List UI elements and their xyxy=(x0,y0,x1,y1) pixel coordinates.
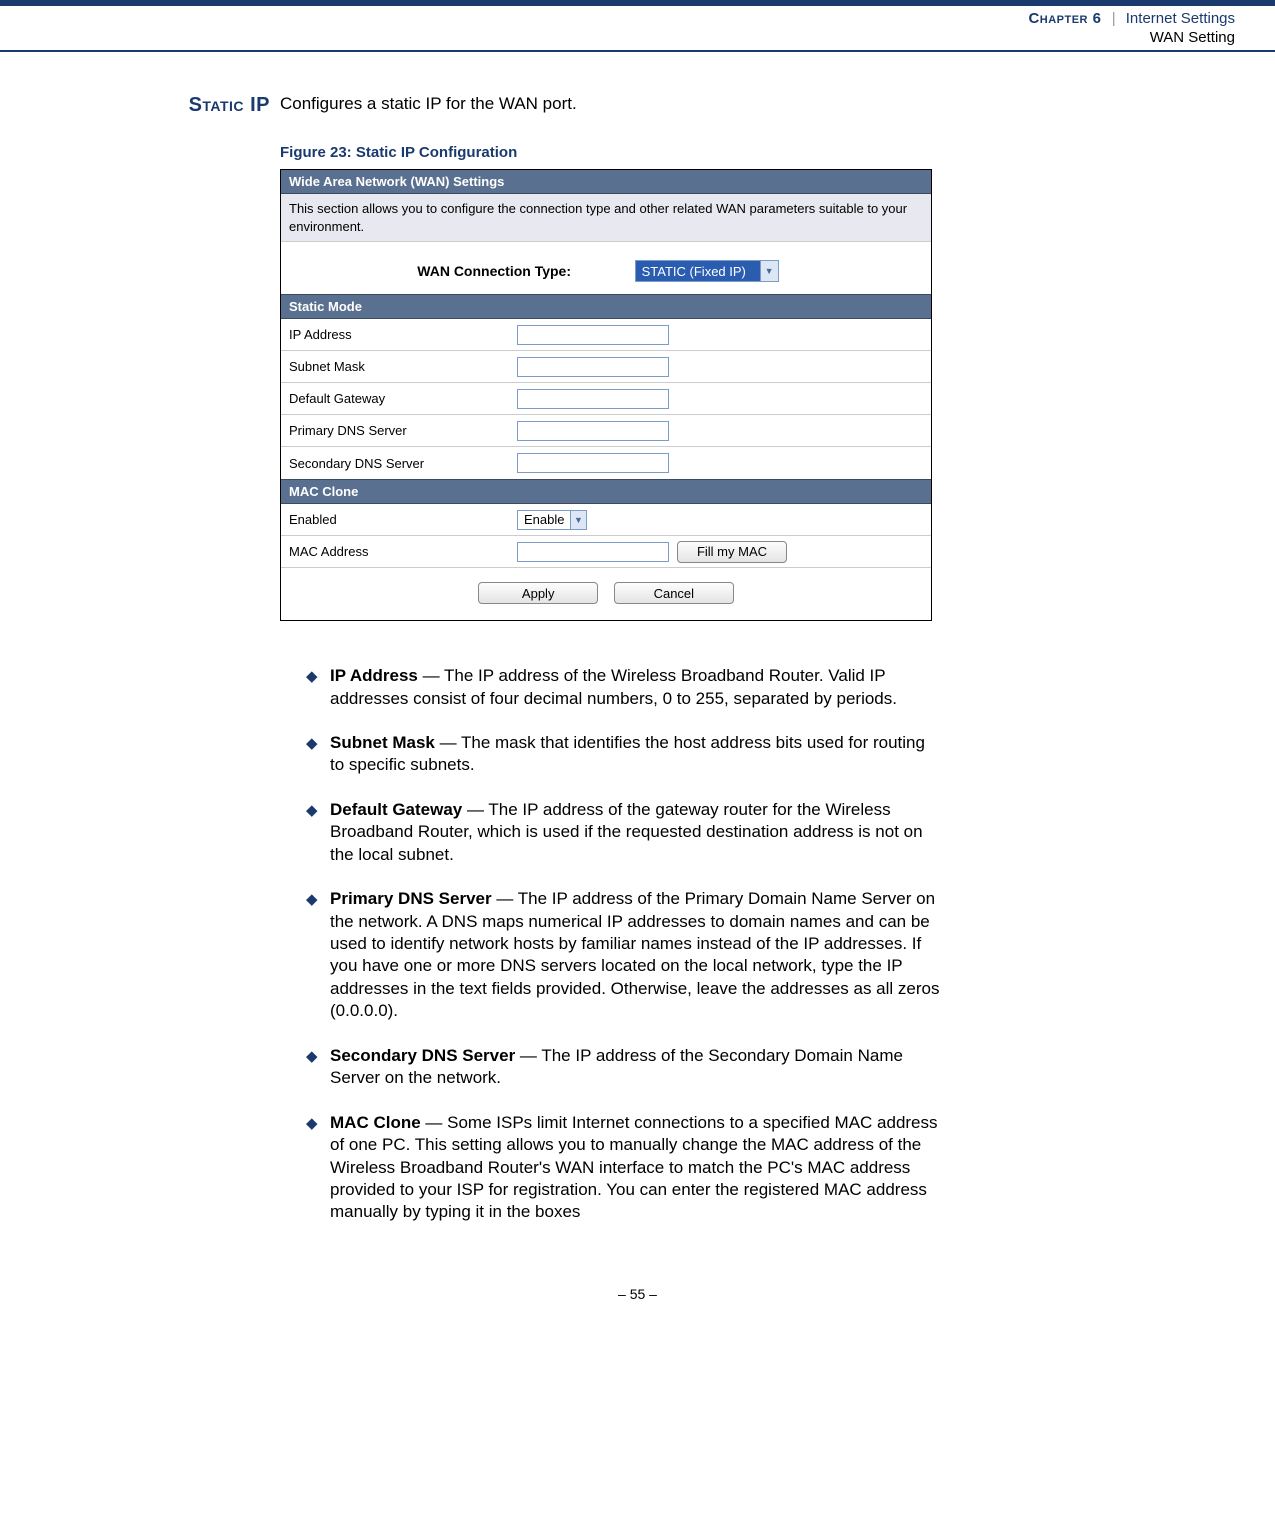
secondary-dns-label: Secondary DNS Server xyxy=(281,456,517,471)
header-subtitle: WAN Setting xyxy=(0,29,1235,46)
wan-connection-label: WAN Connection Type: xyxy=(281,263,571,279)
list-item: ◆ Default Gateway — The IP address of th… xyxy=(306,799,940,866)
mac-address-row: MAC Address Fill my MAC xyxy=(281,536,931,568)
bullet-text: IP Address — The IP address of the Wirel… xyxy=(330,665,940,710)
diamond-bullet-icon: ◆ xyxy=(306,799,330,866)
figure-caption: Figure 23: Static IP Configuration xyxy=(280,144,940,161)
mac-enabled-select[interactable]: Enable ▼ xyxy=(517,510,587,530)
list-item: ◆ Secondary DNS Server — The IP address … xyxy=(306,1045,940,1090)
diamond-bullet-icon: ◆ xyxy=(306,1045,330,1090)
default-gateway-input[interactable] xyxy=(517,389,669,409)
static-mode-header: Static Mode xyxy=(281,294,931,319)
ip-address-row: IP Address xyxy=(281,319,931,351)
list-item: ◆ Primary DNS Server — The IP address of… xyxy=(306,888,940,1023)
header-title: Internet Settings xyxy=(1126,10,1235,27)
chevron-down-icon: ▼ xyxy=(570,511,586,529)
bullet-text: MAC Clone — Some ISPs limit Internet con… xyxy=(330,1112,940,1224)
panel-description: This section allows you to configure the… xyxy=(281,194,931,242)
bullet-text: Primary DNS Server — The IP address of t… xyxy=(330,888,940,1023)
mac-enabled-label: Enabled xyxy=(281,512,517,527)
bullet-text: Secondary DNS Server — The IP address of… xyxy=(330,1045,940,1090)
bullet-text: Default Gateway — The IP address of the … xyxy=(330,799,940,866)
panel-title-bar: Wide Area Network (WAN) Settings xyxy=(281,170,931,194)
diamond-bullet-icon: ◆ xyxy=(306,665,330,710)
section-heading: Static IP xyxy=(0,94,280,117)
fill-my-mac-button[interactable]: Fill my MAC xyxy=(677,541,787,563)
diamond-bullet-icon: ◆ xyxy=(306,732,330,777)
diamond-bullet-icon: ◆ xyxy=(306,1112,330,1224)
bullet-list: ◆ IP Address — The IP address of the Wir… xyxy=(280,665,940,1224)
page-footer: – 55 – xyxy=(0,1246,1275,1312)
ip-address-input[interactable] xyxy=(517,325,669,345)
cancel-button[interactable]: Cancel xyxy=(614,582,734,604)
page-header: Chapter 6 | Internet Settings WAN Settin… xyxy=(0,6,1275,52)
default-gateway-label: Default Gateway xyxy=(281,391,517,406)
mac-address-label: MAC Address xyxy=(281,544,517,559)
bullet-text: Subnet Mask — The mask that identifies t… xyxy=(330,732,940,777)
primary-dns-label: Primary DNS Server xyxy=(281,423,517,438)
header-separator: | xyxy=(1112,10,1116,27)
list-item: ◆ MAC Clone — Some ISPs limit Internet c… xyxy=(306,1112,940,1224)
subnet-mask-row: Subnet Mask xyxy=(281,351,931,383)
list-item: ◆ Subnet Mask — The mask that identifies… xyxy=(306,732,940,777)
subnet-mask-label: Subnet Mask xyxy=(281,359,517,374)
mac-address-input[interactable] xyxy=(517,542,669,562)
primary-dns-input[interactable] xyxy=(517,421,669,441)
button-row: Apply Cancel xyxy=(281,568,931,620)
list-item: ◆ IP Address — The IP address of the Wir… xyxy=(306,665,940,710)
mac-clone-header: MAC Clone xyxy=(281,479,931,504)
primary-dns-row: Primary DNS Server xyxy=(281,415,931,447)
ip-address-label: IP Address xyxy=(281,327,517,342)
default-gateway-row: Default Gateway xyxy=(281,383,931,415)
subnet-mask-input[interactable] xyxy=(517,357,669,377)
lead-text: Configures a static IP for the WAN port. xyxy=(280,94,940,114)
screenshot-container: Wide Area Network (WAN) Settings This se… xyxy=(280,169,932,621)
secondary-dns-input[interactable] xyxy=(517,453,669,473)
chevron-down-icon: ▼ xyxy=(760,261,778,281)
wan-connection-value: STATIC (Fixed IP) xyxy=(636,261,760,281)
apply-button[interactable]: Apply xyxy=(478,582,598,604)
mac-enabled-value: Enable xyxy=(518,512,570,527)
diamond-bullet-icon: ◆ xyxy=(306,888,330,1023)
wan-connection-row: WAN Connection Type: STATIC (Fixed IP) ▼ xyxy=(281,242,931,294)
secondary-dns-row: Secondary DNS Server xyxy=(281,447,931,479)
mac-enabled-row: Enabled Enable ▼ xyxy=(281,504,931,536)
wan-connection-select[interactable]: STATIC (Fixed IP) ▼ xyxy=(635,260,779,282)
header-chapter: Chapter 6 xyxy=(1028,10,1101,27)
